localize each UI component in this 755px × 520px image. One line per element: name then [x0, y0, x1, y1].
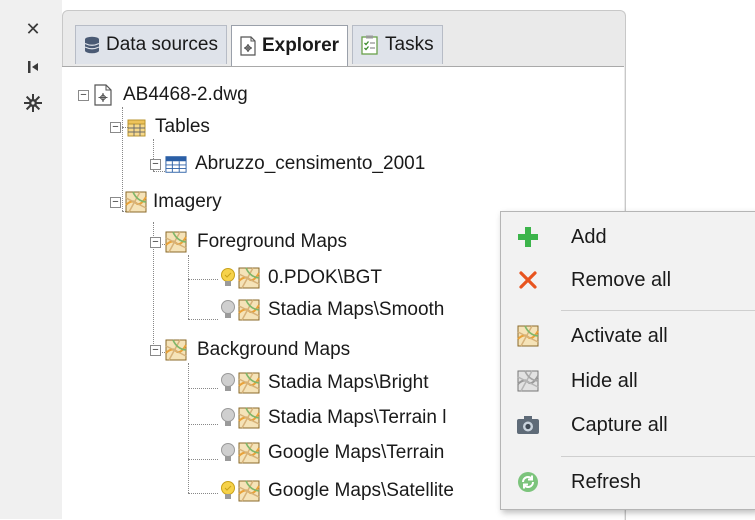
tree-node-map-layer[interactable]: Stadia Maps\Terrain l [220, 405, 446, 431]
menu-item-remove-all[interactable]: Remove all [501, 260, 755, 300]
tab-explorer[interactable]: Explorer [230, 25, 349, 66]
settings-icon[interactable] [22, 92, 44, 114]
tree-node-map-layer[interactable]: Google Maps\Satellite [220, 478, 454, 504]
menu-item-refresh[interactable]: Refresh [501, 462, 755, 502]
map-icon [238, 299, 260, 321]
node-label: Google Maps\Terrain [268, 442, 445, 463]
node-label: Background Maps [197, 339, 351, 360]
checklist-icon [361, 35, 379, 55]
map-gray-icon [516, 369, 540, 393]
tab-tasks[interactable]: Tasks [352, 25, 443, 64]
tree-line [188, 319, 218, 320]
tables-folder-icon [125, 116, 147, 138]
node-label: 0.PDOK\BGT [268, 267, 383, 288]
map-icon [238, 442, 260, 464]
menu-item-hide-all[interactable]: Hide all [501, 361, 755, 401]
lightbulb-on-icon[interactable] [220, 267, 236, 289]
tree-node-foreground-maps[interactable]: − Foreground Maps [150, 229, 347, 255]
tree-node-root[interactable]: − AB4468-2.dwg [78, 82, 248, 108]
refresh-icon [516, 470, 540, 494]
x-icon [516, 268, 540, 292]
map-icon [165, 231, 187, 253]
drawing-file-icon [240, 36, 256, 56]
table-icon [165, 153, 187, 175]
tab-label: Tasks [385, 34, 434, 55]
lightbulb-off-icon[interactable] [220, 372, 236, 394]
tab-bar: Data sources Explorer Tasks [75, 25, 447, 66]
lightbulb-off-icon[interactable] [220, 442, 236, 464]
tree-node-map-layer[interactable]: Google Maps\Terrain [220, 440, 444, 466]
collapse-icon[interactable]: − [150, 158, 161, 170]
tab-data-sources[interactable]: Data sources [75, 25, 227, 64]
menu-separator [561, 310, 755, 311]
map-icon [238, 372, 260, 394]
context-menu: Add Remove all Activate all Hide all Cap… [500, 211, 755, 510]
node-label: AB4468-2.dwg [123, 84, 248, 105]
tree-line [188, 424, 218, 425]
plus-icon [516, 225, 540, 249]
menu-item-capture-all[interactable]: Capture all [501, 405, 755, 445]
collapse-icon[interactable]: − [150, 344, 161, 356]
map-icon [516, 324, 540, 348]
tree-line [188, 459, 218, 460]
lightbulb-off-icon[interactable] [220, 299, 236, 321]
tree-node-background-maps[interactable]: − Background Maps [150, 337, 350, 363]
collapse-icon[interactable]: − [150, 236, 161, 248]
node-label: Imagery [153, 191, 222, 212]
tab-label: Explorer [261, 35, 340, 56]
drawing-file-icon [93, 84, 115, 106]
collapse-icon[interactable]: − [78, 89, 89, 101]
node-label: Stadia Maps\Terrain l [268, 407, 447, 428]
tree-node-tables[interactable]: − Tables [110, 114, 210, 140]
node-label: Google Maps\Satellite [268, 480, 454, 501]
node-label: Tables [155, 116, 210, 137]
close-icon[interactable]: ✕ [22, 18, 44, 40]
camera-icon [516, 413, 540, 437]
menu-separator [561, 456, 755, 457]
tree-line [188, 279, 218, 280]
node-label: Foreground Maps [197, 231, 347, 252]
tree-line [188, 255, 189, 319]
tree-node-map-layer[interactable]: Stadia Maps\Bright [220, 370, 429, 396]
tree-line [188, 388, 218, 389]
side-toolbar: ✕ [0, 0, 62, 519]
tab-label: Data sources [106, 34, 218, 55]
node-label: Stadia Maps\Bright [268, 372, 429, 393]
collapse-icon[interactable]: − [110, 121, 121, 133]
tree-line [188, 363, 189, 493]
node-label: Stadia Maps\Smooth [268, 299, 445, 320]
map-icon [238, 480, 260, 502]
lightbulb-off-icon[interactable] [220, 407, 236, 429]
map-icon [238, 407, 260, 429]
tree-node-map-layer[interactable]: Stadia Maps\Smooth [220, 297, 444, 323]
collapse-icon[interactable]: − [110, 196, 121, 208]
map-icon [125, 191, 147, 213]
tree-line [188, 493, 218, 494]
lightbulb-on-icon[interactable] [220, 480, 236, 502]
map-icon [165, 339, 187, 361]
menu-item-activate-all[interactable]: Activate all [501, 316, 755, 356]
node-label: Abruzzo_censimento_2001 [195, 153, 426, 174]
pin-icon[interactable] [22, 56, 44, 78]
map-icon [238, 267, 260, 289]
tree-node-imagery[interactable]: − Imagery [110, 189, 222, 215]
menu-item-add[interactable]: Add [501, 217, 755, 257]
tree-node-table-abruzzo[interactable]: − Abruzzo_censimento_2001 [150, 151, 425, 177]
database-icon [84, 36, 100, 54]
tree-node-map-layer[interactable]: 0.PDOK\BGT [220, 265, 382, 291]
